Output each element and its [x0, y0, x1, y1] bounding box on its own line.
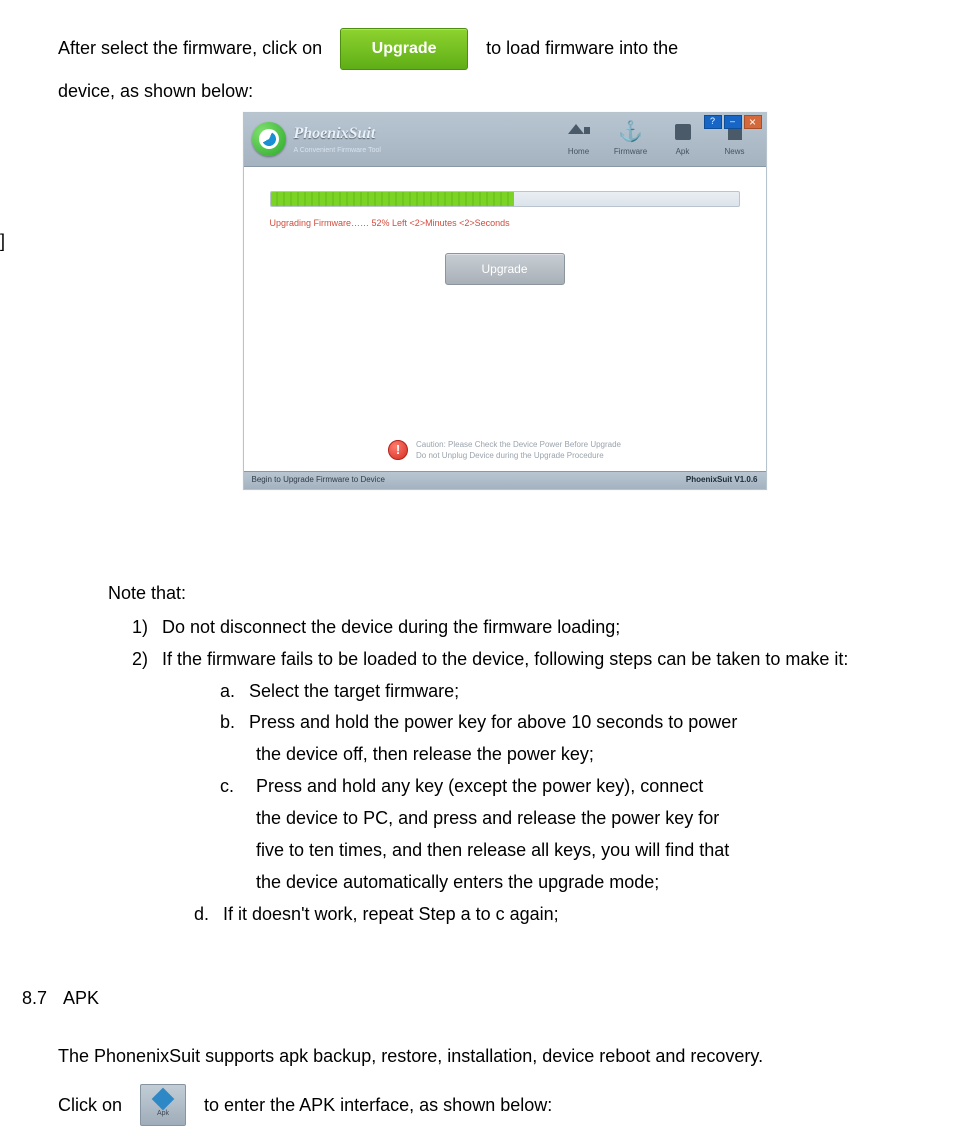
upgrade-button[interactable]: Upgrade: [445, 253, 565, 285]
list-item: If the firmware fails to be loaded to th…: [162, 646, 848, 674]
caution-row: ! Caution: Please Check the Device Power…: [244, 440, 766, 461]
warning-icon: !: [388, 440, 408, 460]
status-right: PhoenixSuit V1.0.6: [686, 474, 758, 486]
section-heading: 8.7 APK: [22, 985, 951, 1013]
text: device, as shown below:: [58, 78, 951, 106]
list-number: 2): [132, 646, 148, 674]
app-name: PhoenixSuit: [294, 122, 381, 147]
text: Click on: [58, 1092, 122, 1120]
caution-line: Caution: Please Check the Device Power B…: [416, 440, 621, 450]
section-number: 8.7: [22, 988, 47, 1008]
list-letter: a.: [220, 678, 235, 706]
list-item-cont: five to ten times, and then release all …: [256, 837, 951, 865]
nav-home[interactable]: Home: [556, 121, 602, 158]
list-number: 1): [132, 614, 148, 642]
note-title: Note that:: [108, 580, 951, 608]
nav-label: News: [724, 146, 744, 158]
list-item: Press and hold the power key for above 1…: [249, 709, 737, 737]
nav-label: Firmware: [614, 146, 647, 158]
nav-firmware[interactable]: ⚓ Firmware: [608, 121, 654, 158]
text: After select the firmware, click on: [58, 35, 322, 63]
list-item: Do not disconnect the device during the …: [162, 614, 620, 642]
phoenixsuit-window: PhoenixSuit A Convenient Firmware Tool H…: [243, 112, 767, 490]
progress-bar: [270, 191, 740, 207]
list-item-cont: the device to PC, and press and release …: [256, 805, 951, 833]
upgrade-button-inline[interactable]: Upgrade: [340, 28, 468, 70]
paragraph-upgrade-intro: After select the firmware, click on Upgr…: [58, 28, 951, 70]
list-letter: d.: [194, 901, 209, 929]
close-icon[interactable]: [744, 115, 762, 129]
nav-label: Apk: [676, 146, 690, 158]
list-letter: c.: [220, 773, 234, 801]
apk-toolbar-icon[interactable]: Apk: [140, 1084, 186, 1126]
app-logo-icon: [252, 122, 286, 156]
list-item: Select the target firmware;: [249, 678, 459, 706]
section-title: APK: [63, 988, 99, 1008]
caution-line: Do not Unplug Device during the Upgrade …: [416, 451, 621, 461]
nav-apk[interactable]: Apk: [660, 121, 706, 158]
anchor-icon: ⚓: [620, 121, 642, 143]
minimize-icon[interactable]: [724, 115, 742, 129]
paragraph: The PhonenixSuit supports apk backup, re…: [58, 1043, 951, 1071]
list-item-cont: the device off, then release the power k…: [256, 741, 951, 769]
paragraph-apk-intro: Click on Apk to enter the APK interface,…: [58, 1084, 951, 1126]
progress-fill: [271, 192, 514, 206]
progress-text: Upgrading Firmware…… 52% Left <2>Minutes…: [270, 217, 740, 231]
list-item-cont: the device automatically enters the upgr…: [256, 869, 951, 897]
apk-icon: [672, 121, 694, 143]
cube-icon: [152, 1088, 175, 1111]
app-tagline: A Convenient Firmware Tool: [294, 146, 381, 157]
list-item: If it doesn't work, repeat Step a to c a…: [223, 901, 559, 929]
status-left: Begin to Upgrade Firmware to Device: [252, 474, 385, 486]
stray-bracket: ]: [0, 228, 5, 256]
titlebar: PhoenixSuit A Convenient Firmware Tool H…: [244, 113, 766, 167]
window-controls: [704, 115, 762, 129]
nav-label: Home: [568, 146, 589, 158]
text: to load firmware into the: [486, 35, 678, 63]
apk-icon-label: Apk: [157, 1109, 169, 1120]
text: to enter the APK interface, as shown bel…: [204, 1092, 552, 1120]
list-letter: b.: [220, 709, 235, 737]
list-item: Press and hold any key (except the power…: [256, 773, 703, 801]
help-icon[interactable]: [704, 115, 722, 129]
home-icon: [568, 121, 590, 143]
status-bar: Begin to Upgrade Firmware to Device Phoe…: [244, 471, 766, 489]
